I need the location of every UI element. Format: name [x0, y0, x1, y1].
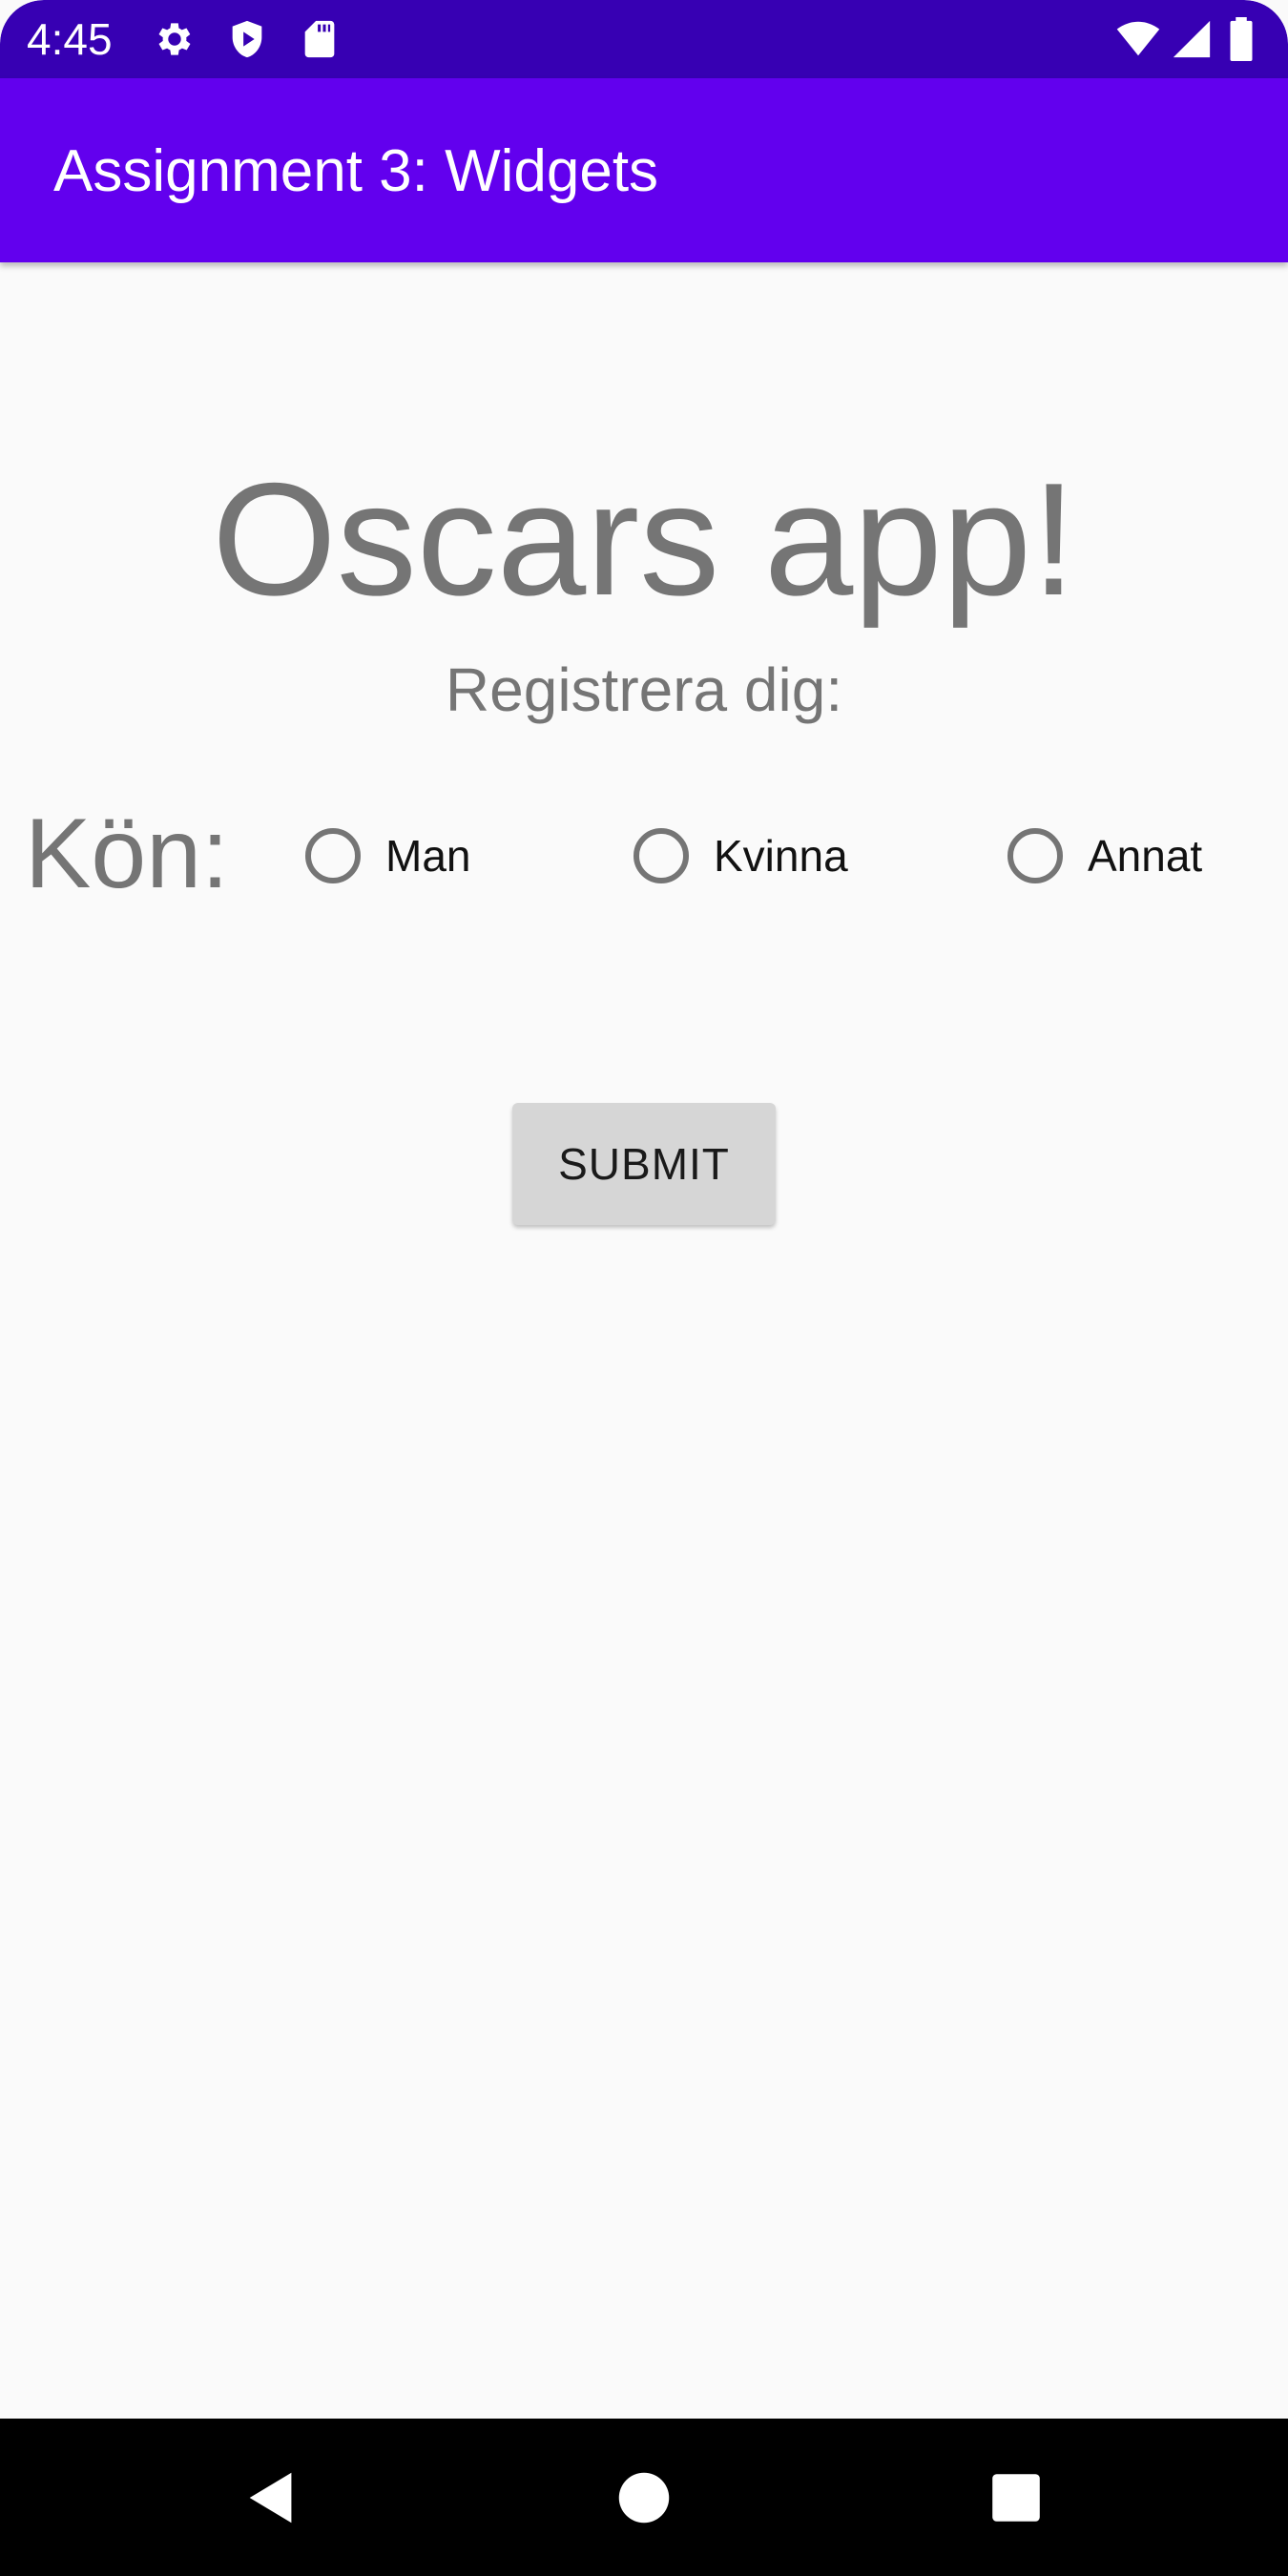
- radio-unchecked-icon[interactable]: [305, 828, 361, 883]
- battery-icon: [1227, 17, 1259, 61]
- page-subtitle: Registrera dig:: [445, 655, 843, 724]
- app-title: Assignment 3: Widgets: [53, 138, 659, 204]
- radio-option-man[interactable]: Man: [305, 818, 470, 894]
- page-title: Oscars app!: [212, 449, 1076, 629]
- radio-option-annat[interactable]: Annat: [1008, 818, 1202, 894]
- radio-label-kvinna: Kvinna: [714, 831, 848, 881]
- cell-signal-icon: [1170, 17, 1214, 61]
- gear-icon: [153, 17, 197, 61]
- radio-label-annat: Annat: [1088, 831, 1203, 881]
- gender-label: Kön:: [25, 799, 229, 909]
- sd-card-icon: [298, 17, 342, 61]
- shield-play-icon: [225, 17, 269, 61]
- submit-button[interactable]: SUBMIT: [512, 1103, 776, 1225]
- status-bar: 4:45: [0, 0, 1288, 78]
- radio-unchecked-icon[interactable]: [634, 828, 689, 883]
- radio-unchecked-icon[interactable]: [1008, 828, 1063, 883]
- back-icon[interactable]: [239, 2464, 305, 2531]
- radio-option-kvinna[interactable]: Kvinna: [634, 818, 848, 894]
- app-screen: 4:45 Assignment 3: Widgets Oscars app! R…: [0, 0, 1288, 2576]
- main-content: Oscars app! Registrera dig: Kön: Man Kvi…: [0, 262, 1288, 2419]
- navigation-bar: [0, 2419, 1288, 2576]
- status-time: 4:45: [27, 14, 113, 64]
- app-bar: Assignment 3: Widgets: [0, 78, 1288, 262]
- wifi-icon: [1116, 17, 1160, 61]
- radio-label-man: Man: [385, 831, 471, 881]
- recents-icon[interactable]: [983, 2464, 1049, 2531]
- home-icon[interactable]: [611, 2464, 677, 2531]
